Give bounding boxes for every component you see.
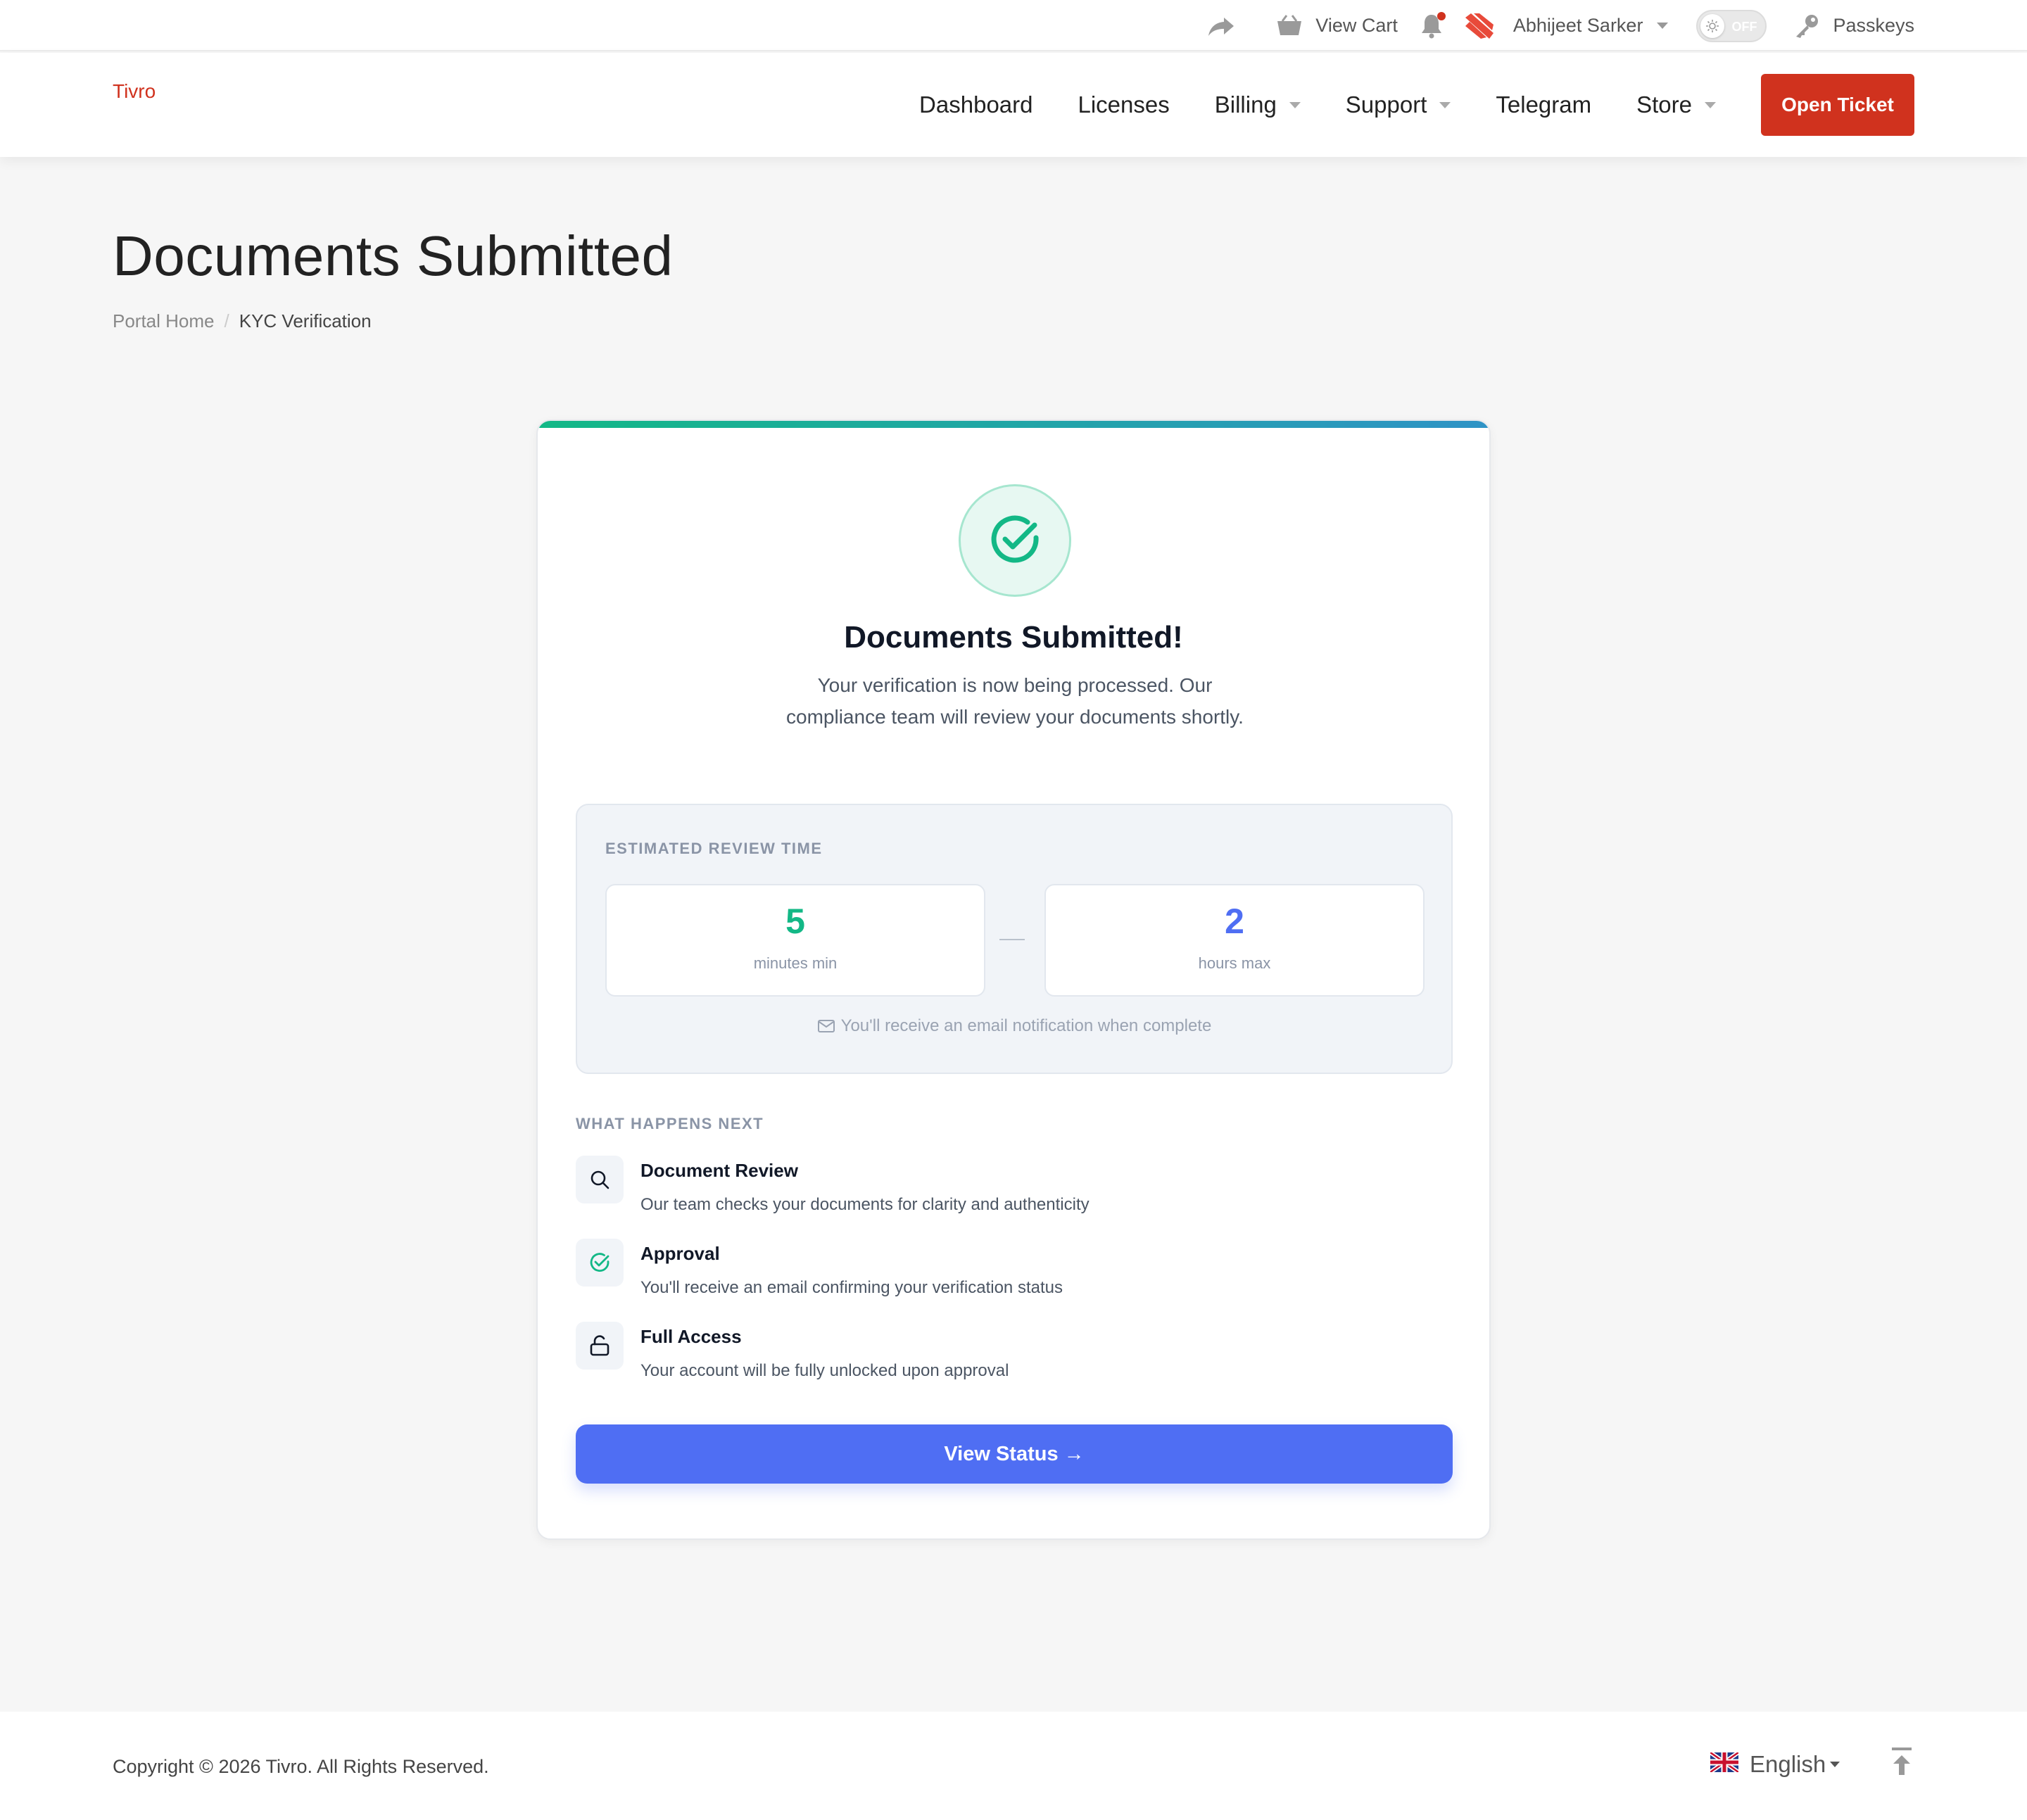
- nav-label: Licenses: [1078, 91, 1170, 118]
- email-note-text: You'll receive an email notification whe…: [840, 1016, 1212, 1035]
- chevron-down-icon[interactable]: [1657, 23, 1669, 29]
- nav-label: Dashboard: [919, 91, 1033, 118]
- nav-label: Store: [1636, 91, 1692, 118]
- card-title: Documents Submitted!: [844, 620, 1183, 655]
- review-max-tile: 2 hours max: [1044, 884, 1425, 997]
- chevron-down-icon: [1705, 101, 1716, 108]
- passkeys-link[interactable]: Passkeys: [1833, 15, 1914, 37]
- lock-open-icon: [576, 1322, 624, 1370]
- check-circle-icon: [959, 484, 1071, 597]
- language-selector[interactable]: English: [1709, 1750, 1840, 1778]
- review-min-value: 5: [785, 902, 805, 941]
- notifications-button[interactable]: [1420, 11, 1446, 39]
- toggle-state: OFF: [1731, 19, 1757, 34]
- review-min-unit: minutes min: [753, 954, 838, 972]
- cart-icon[interactable]: [1276, 14, 1303, 38]
- breadcrumb-home-link[interactable]: Portal Home: [113, 310, 215, 332]
- main-header: Tivro Dashboard Licenses Billing Support…: [0, 53, 2027, 157]
- step-description: You'll receive an email confirming your …: [640, 1278, 1063, 1297]
- nav-billing[interactable]: Billing: [1215, 91, 1301, 118]
- topbar-items: View Cart Abhijeet Sarker OFF Passkeys: [1207, 0, 1914, 51]
- main-nav: Dashboard Licenses Billing Support Teleg…: [919, 53, 1914, 157]
- breadcrumb-separator: /: [224, 310, 229, 331]
- arrow-up-to-top-icon[interactable]: [1889, 1747, 1914, 1780]
- review-time-label: ESTIMATED REVIEW TIME: [605, 840, 823, 857]
- search-icon: [576, 1156, 624, 1203]
- nav-dashboard[interactable]: Dashboard: [919, 91, 1033, 118]
- notification-dot: [1436, 11, 1446, 20]
- breadcrumb-current: KYC Verification: [239, 310, 372, 331]
- check-circle-icon: [576, 1239, 624, 1287]
- language-label: English: [1750, 1751, 1826, 1777]
- step-title: Full Access: [640, 1326, 742, 1347]
- step-description: Your account will be fully unlocked upon…: [640, 1361, 1009, 1380]
- sun-icon: [1700, 13, 1725, 38]
- breadcrumb: Portal Home / KYC Verification: [113, 310, 372, 332]
- mail-icon: [817, 1018, 835, 1034]
- nav-label: Telegram: [1496, 91, 1592, 118]
- share-icon[interactable]: [1207, 15, 1235, 37]
- card-description: Your verification is now being processed…: [786, 674, 1244, 728]
- nav-support[interactable]: Support: [1346, 91, 1451, 118]
- what-happens-next-label: WHAT HAPPENS NEXT: [576, 1115, 764, 1132]
- uk-flag-icon: [1709, 1750, 1740, 1778]
- footer: Copyright © 2026 Tivro. All Rights Reser…: [0, 1712, 2027, 1820]
- review-max-unit: hours max: [1198, 954, 1271, 972]
- view-cart-link[interactable]: View Cart: [1315, 15, 1398, 37]
- top-utility-bar: View Cart Abhijeet Sarker OFF Passkeys: [0, 0, 2027, 51]
- view-status-button[interactable]: View Status →: [576, 1424, 1453, 1484]
- theme-toggle[interactable]: OFF: [1696, 9, 1767, 42]
- estimated-review-box: ESTIMATED REVIEW TIME 5 minutes min 2 ho…: [576, 804, 1453, 1074]
- nav-licenses[interactable]: Licenses: [1078, 91, 1170, 118]
- nav-telegram[interactable]: Telegram: [1496, 91, 1591, 118]
- key-icon: [1793, 13, 1820, 39]
- chevron-down-icon: [1439, 101, 1451, 108]
- nav-store[interactable]: Store: [1636, 91, 1716, 118]
- email-notification-note: You'll receive an email notification whe…: [577, 1016, 1451, 1036]
- nav-label: Support: [1345, 91, 1427, 118]
- chevron-down-icon: [1830, 1762, 1840, 1767]
- page-title: Documents Submitted: [113, 225, 674, 287]
- range-dash: [999, 939, 1025, 940]
- step-title: Document Review: [640, 1160, 798, 1181]
- step-title: Approval: [640, 1243, 720, 1264]
- brand-mark-icon: [1464, 12, 1495, 40]
- user-menu[interactable]: Abhijeet Sarker: [1513, 15, 1643, 37]
- open-ticket-button[interactable]: Open Ticket: [1761, 74, 1914, 136]
- nav-label: Billing: [1214, 91, 1277, 118]
- card-accent-bar: [538, 421, 1489, 428]
- logo[interactable]: Tivro: [113, 80, 156, 103]
- step-description: Our team checks your documents for clari…: [640, 1195, 1090, 1214]
- submission-card: Documents Submitted! Your verification i…: [536, 419, 1491, 1540]
- review-min-tile: 5 minutes min: [605, 884, 985, 997]
- chevron-down-icon: [1289, 101, 1301, 108]
- copyright-text: Copyright © 2026 Tivro. All Rights Reser…: [113, 1756, 489, 1777]
- review-max-value: 2: [1225, 902, 1244, 941]
